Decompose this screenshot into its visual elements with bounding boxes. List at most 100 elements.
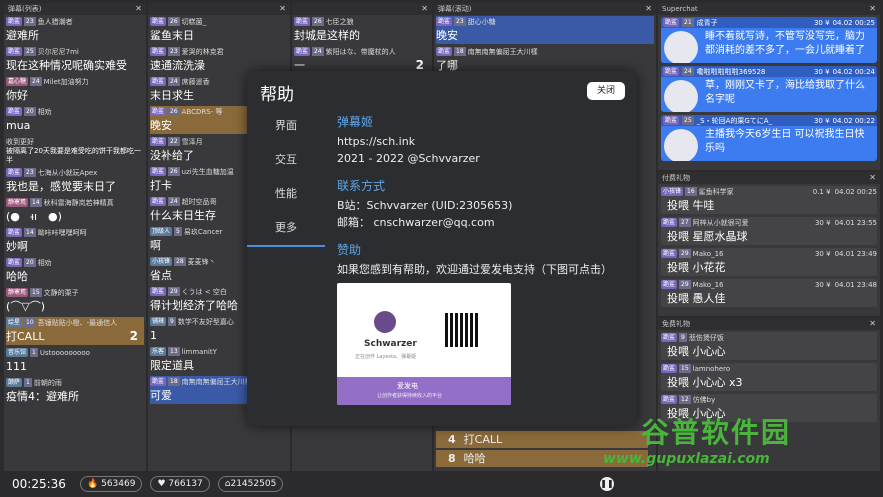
item-meta: 绘星 10 吾锤贴贴小橙、-最通信人 — [6, 317, 144, 328]
tab-interaction[interactable]: 交互 — [247, 143, 325, 177]
item-meta: 跪鲨 20 相劝 — [6, 257, 144, 268]
message-text: 投喂 小心心 — [667, 345, 726, 358]
username: uzi先生血糖加温 — [181, 167, 234, 176]
medal-badge: 跪鲨 — [663, 18, 680, 27]
card-name: Schwarzer — [364, 339, 417, 349]
list-item: 收到更好 被隔离了20天我要是难受吃的饼干我都吃一半 — [6, 136, 144, 165]
medal-level: 29 — [168, 287, 180, 296]
timestamp: 04.02 00:25 — [834, 187, 877, 196]
watermark-url: www.gupuxlazai.com — [603, 451, 770, 467]
close-icon[interactable]: ✕ — [135, 3, 142, 15]
medal-level: 25 — [24, 47, 36, 56]
medal-badge: 嘉心糖 — [6, 77, 29, 86]
medal-badge: 跪鲨 — [661, 395, 678, 404]
panel-title: 弹幕(滚动) ✕ — [434, 3, 656, 15]
panel-title: 付费礼物 ✕ — [658, 172, 880, 184]
gift-item: 跪鲨 9 悲伤煲仔饭 投喂 小心心 — [661, 332, 877, 360]
message-text: 现在这种情况呢确实难受 — [6, 59, 127, 72]
username: Milet加油努力 — [43, 77, 89, 86]
username: 悲伤煲仔饭 — [688, 333, 724, 342]
gift-item: 跪鲨 29 Mako_16 30 ¥04.01 23:48 投喂 愚人佳 — [661, 279, 877, 307]
username: 南無南無偏屈王大川樣 — [467, 47, 538, 56]
medal-level: 22 — [168, 137, 180, 146]
contact-title: 联系方式 — [337, 179, 386, 193]
username: 席藤遥香 — [181, 77, 210, 86]
medal-level: 1 — [24, 378, 32, 387]
message-text: 哈哈 — [6, 270, 28, 283]
repeat-count: 4 — [448, 433, 456, 446]
close-button[interactable]: 关闭 — [587, 82, 625, 100]
medal-level: 9 — [168, 317, 176, 326]
username: Mako_16 — [692, 280, 724, 289]
medal-level: 5 — [174, 227, 182, 236]
medal-level: 14 — [24, 228, 36, 237]
website-link[interactable]: https://sch.ink — [337, 133, 627, 150]
close-icon[interactable]: ✕ — [869, 318, 876, 330]
medal-level: 15 — [30, 288, 42, 297]
close-icon[interactable]: ✕ — [421, 3, 428, 15]
username: Ustooooooooo — [39, 348, 90, 357]
item-meta: 跪鲨 23 甜心小糖 — [436, 16, 654, 27]
item-meta: 跪鲨 25 _S・轮回A的果GてにA_ 30 ¥04.02 00:22 — [661, 115, 877, 126]
gift-item: 跪鲨 27 阿梓从小就很可爱 30 ¥04.01 23:55 投喂 星愿水晶球 — [661, 217, 877, 245]
item-meta: 跪鲨 23 爱哭的林克君 — [150, 46, 288, 57]
list-item: 跪鲨 26 切糕菌_ 鲨鱼末日 — [150, 16, 288, 44]
username: _S・轮回A的果GてにA_ — [696, 116, 773, 125]
paid-gift-panel: 付费礼物 ✕ 小孩锋 16 鲨鱼科学家 0.1 ¥04.02 00:25 投喂 牛哇 跪鲨 2… — [658, 172, 880, 316]
username: 易玖Cancer — [183, 227, 223, 236]
medal-badge: 绘星 — [6, 318, 23, 327]
close-icon[interactable]: ✕ — [279, 3, 286, 15]
medal-badge: 跪鲨 — [6, 168, 23, 177]
message-text: 投喂 星愿水晶球 — [667, 230, 748, 243]
afdian-slogan: 让创作者获得持续收入的平台 — [377, 393, 443, 399]
popularity-counter: 🔥 563469 — [80, 476, 143, 492]
panel-title-empty: ✕ — [292, 3, 432, 15]
list-item: 音乐馆 1 Ustooooooooo 111 — [6, 347, 144, 375]
medal-level: 15 — [679, 364, 691, 373]
medal-badge: 跪鲨 — [6, 107, 23, 116]
username: Mako_16 — [692, 249, 724, 258]
medal-level: 18 — [168, 377, 180, 386]
afdian-sponsor-card[interactable]: Schwarzer 正在创作 Layesta、弹幕姬 爱发电 让创作者获得持续收… — [337, 283, 511, 405]
list-item: 跪鲨 18 南無南無偏屈王大川樣 了哪 — [436, 46, 654, 74]
tab-interface[interactable]: 界面 — [247, 109, 325, 143]
item-meta: 小孩锋 16 鲨鱼科学家 0.1 ¥04.02 00:25 — [661, 186, 877, 197]
gift-item: 跪鲨 29 Mako_16 30 ¥04.01 23:49 投喂 小花花 — [661, 248, 877, 276]
close-icon[interactable]: ✕ — [869, 3, 876, 15]
message-text: 你好 — [6, 89, 28, 102]
medal-badge: 跪鲨 — [661, 333, 678, 342]
list-item: 跪鲨 23 七海从小就玩Apex 我也是，感觉要末日了 — [6, 167, 144, 195]
app-name: 弹幕姬 — [337, 115, 374, 129]
afdian-banner: 爱发电 让创作者获得持续收入的平台 — [337, 377, 511, 405]
tab-performance[interactable]: 性能 — [247, 177, 325, 211]
dialog-title: 帮助 — [260, 85, 294, 105]
medal-level: 12 — [679, 395, 691, 404]
medal-badge: 跪鲨 — [661, 364, 678, 373]
item-meta: 跪鲨 20 相劝 — [6, 106, 144, 117]
avatar — [664, 80, 698, 112]
gift-item: 跪鲨 15 lamnohero 投喂 小心心 x3 — [661, 363, 877, 391]
timestamp: 04.01 23:48 — [834, 280, 877, 289]
medal-level: 20 — [24, 107, 36, 116]
medal-level: 24 — [312, 47, 324, 56]
medal-badge: 跪鲨 — [294, 47, 311, 56]
superchat-item: 跪鲨 21 成青子 30 ¥04.02 00:25 睡不着就写诗，不管写没写完，脑力都消… — [661, 17, 877, 63]
username: 成青子 — [696, 18, 718, 27]
close-icon[interactable]: ✕ — [645, 3, 652, 15]
list-item: 跪鲨 20 相劝 哈哈 — [6, 257, 144, 285]
medal-badge: 跪鲨 — [663, 116, 680, 125]
username: 七海从小就玩Apex — [37, 168, 98, 177]
superchat-item: 跪鲨 25 _S・轮回A的果GてにA_ 30 ¥04.02 00:22 主播我今天6岁生… — [661, 115, 877, 161]
medal-level: 24 — [168, 197, 180, 206]
username: 切糕菌_ — [181, 17, 207, 26]
gift-item: 小孩锋 16 鲨鱼科学家 0.1 ¥04.02 00:25 投喂 牛哇 — [661, 186, 877, 214]
sponsor-text: 如果您感到有帮助，欢迎通过爱发电支持（下图可点击） — [337, 263, 612, 276]
medal-badge: 跪鲨 — [436, 17, 453, 26]
tab-more[interactable]: 更多 — [247, 211, 325, 247]
medal-level: 24 — [168, 77, 180, 86]
username: 呦咔咔嘿嘿呵呵 — [37, 228, 87, 237]
close-icon[interactable]: ✕ — [869, 172, 876, 184]
medal-badge: 乐客 — [150, 347, 167, 356]
medal-badge: 跪鲨 — [150, 17, 167, 26]
stream-time: 00:25:36 — [12, 477, 66, 491]
